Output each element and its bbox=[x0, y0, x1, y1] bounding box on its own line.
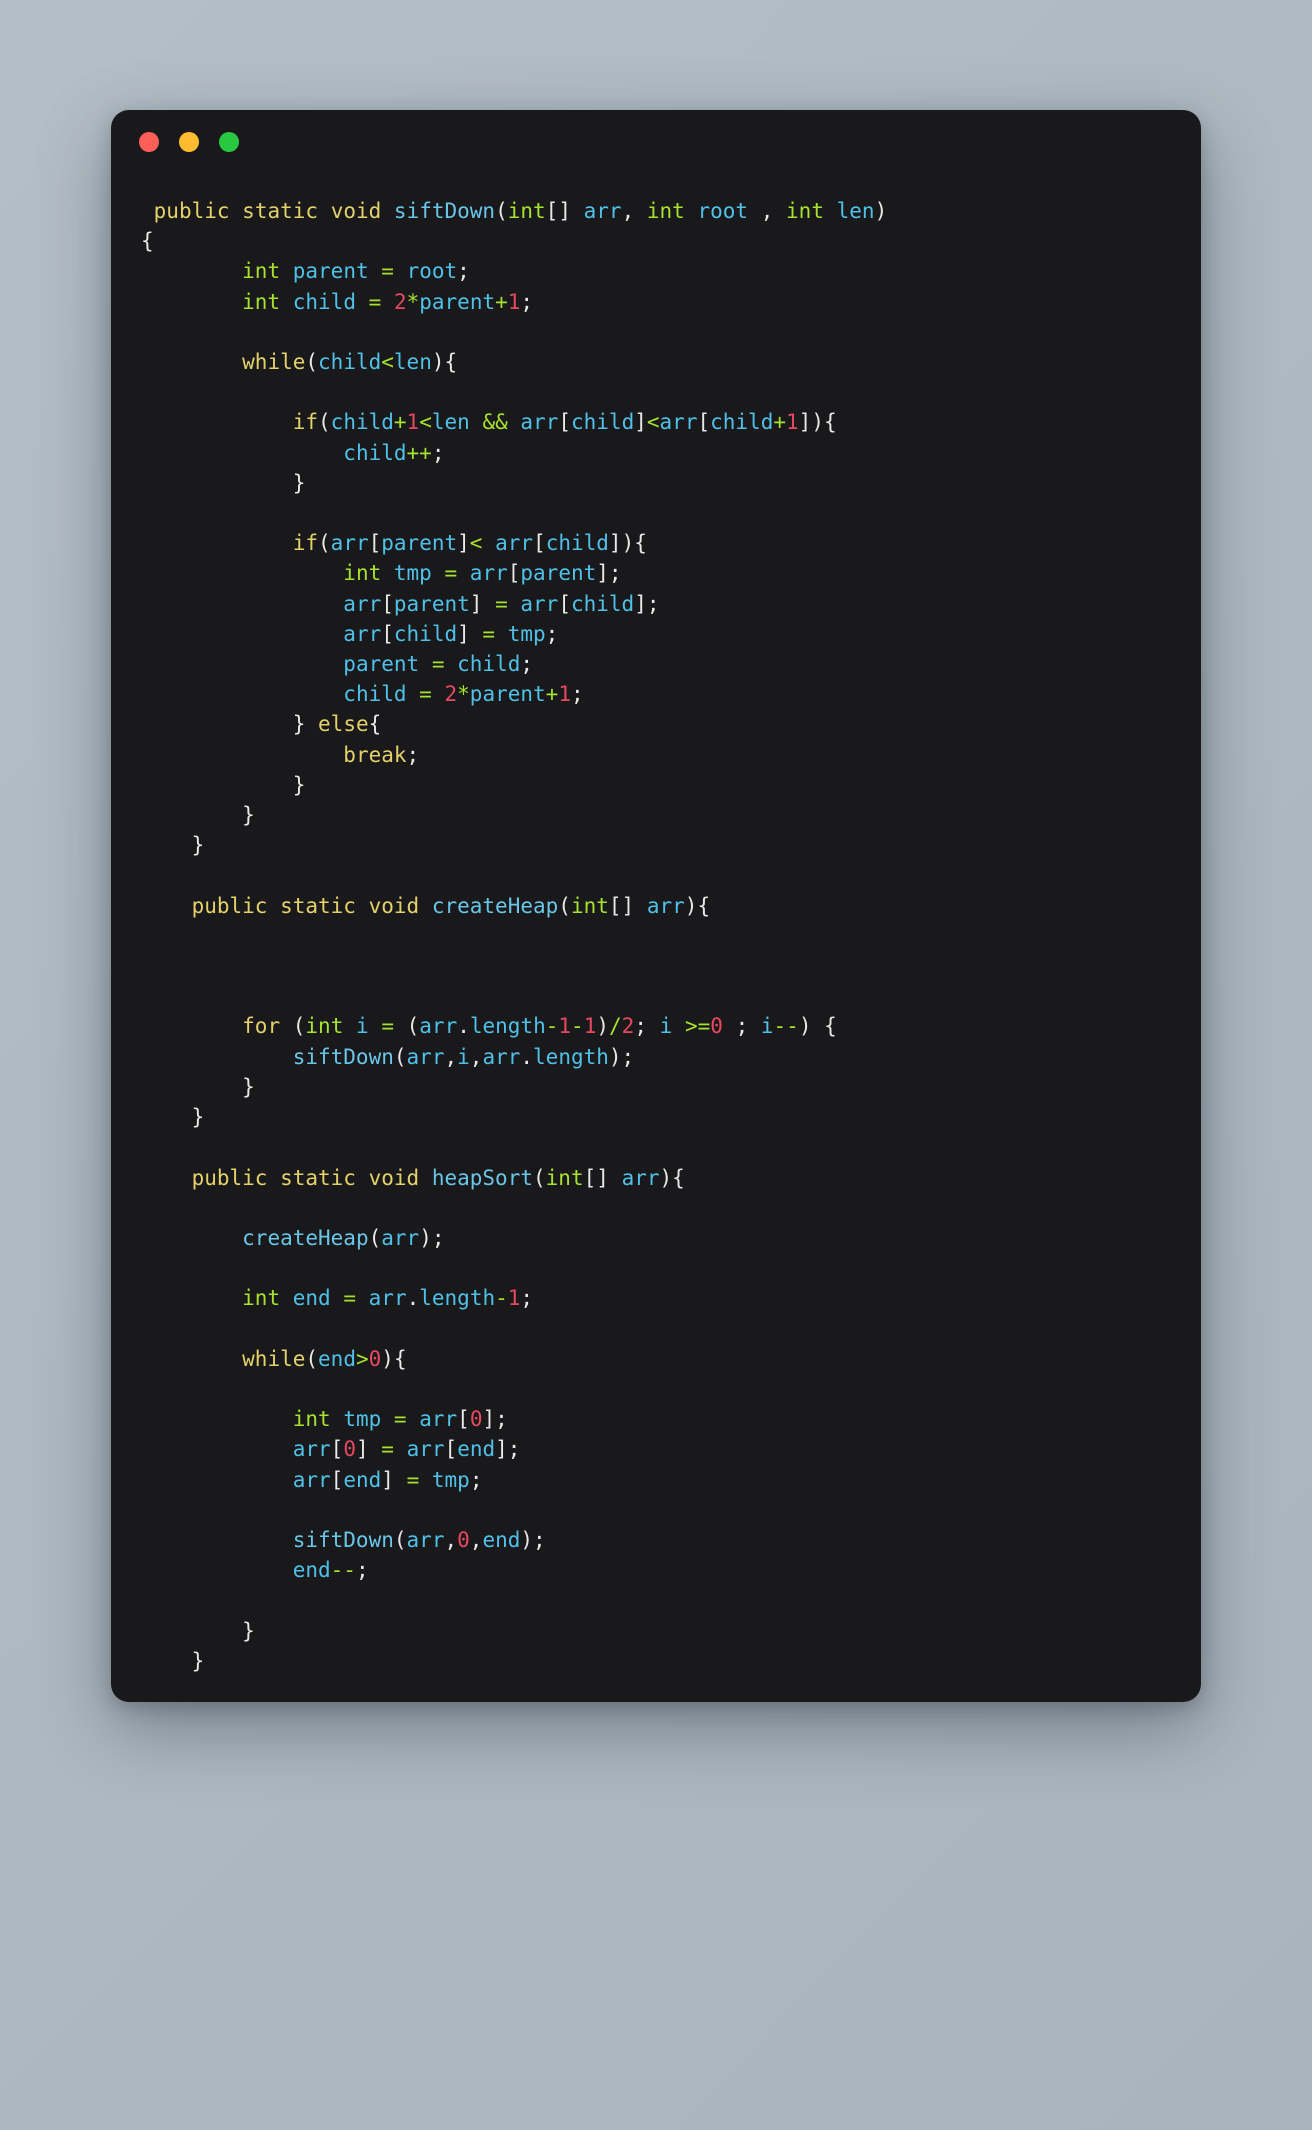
minimize-button[interactable] bbox=[179, 132, 199, 152]
close-button[interactable] bbox=[139, 132, 159, 152]
code-block[interactable]: public static void siftDown(int[] arr, i… bbox=[111, 174, 1201, 1676]
window-titlebar[interactable] bbox=[111, 110, 1201, 174]
desktop-background: public static void siftDown(int[] arr, i… bbox=[0, 0, 1312, 2130]
code-window: public static void siftDown(int[] arr, i… bbox=[111, 110, 1201, 1702]
maximize-button[interactable] bbox=[219, 132, 239, 152]
